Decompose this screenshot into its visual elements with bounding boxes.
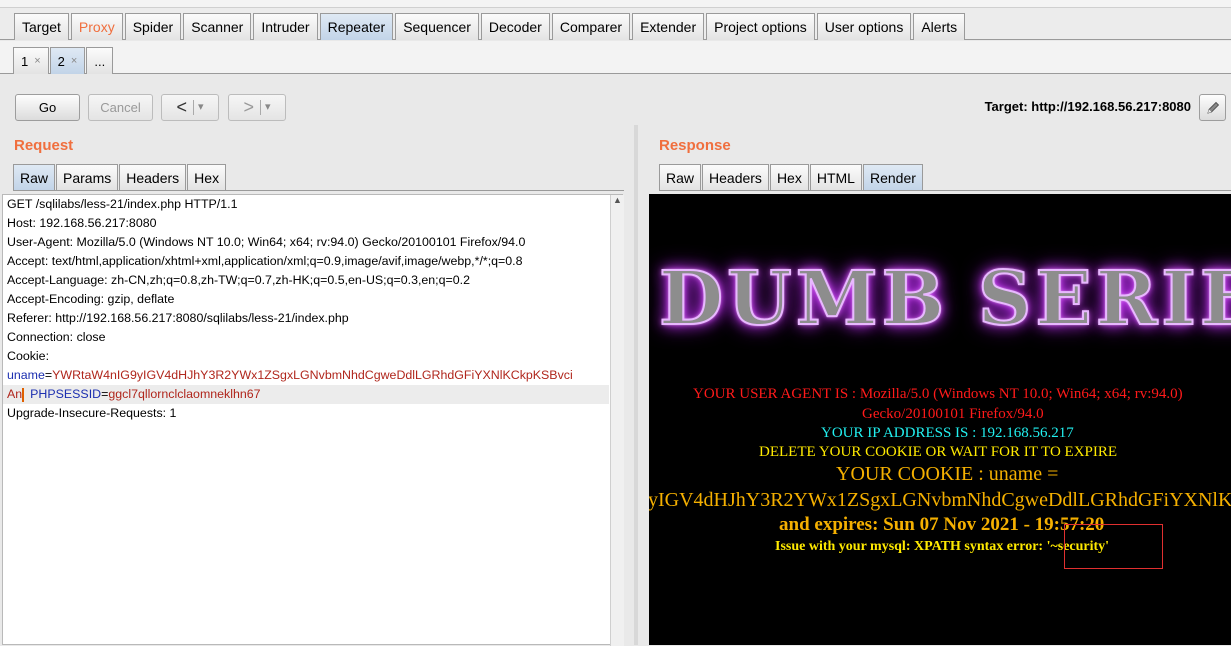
request-tab-headers[interactable]: Headers	[119, 164, 187, 190]
user-agent-line: YOUR USER AGENT IS : Mozilla/5.0 (Window…	[693, 386, 1183, 402]
cookie-key: uname	[7, 368, 45, 382]
new-tab-button[interactable]: ...	[86, 47, 114, 74]
response-tab-render[interactable]: Render	[862, 164, 923, 190]
request-line: Accept-Encoding: gzip, deflate	[7, 292, 175, 306]
window-top-strip	[0, 0, 1231, 8]
cookie-line: YOUR COOKIE : uname =	[836, 463, 1059, 485]
phpsessid-key: PHPSESSID	[30, 387, 102, 401]
tab-extender[interactable]: Extender	[632, 13, 705, 40]
request-line: Cookie:	[7, 349, 50, 363]
request-line: Host: 192.168.56.217:8080	[7, 216, 157, 230]
tab-user-options[interactable]: User options	[816, 13, 912, 40]
tab-proxy[interactable]: Proxy	[70, 13, 123, 40]
tab-intruder[interactable]: Intruder	[253, 13, 318, 40]
tab-spider[interactable]: Spider	[124, 13, 182, 40]
request-line: Accept-Language: zh-CN,zh;q=0.8,zh-TW;q=…	[7, 273, 470, 287]
repeater-tab-1[interactable]: 1 ×	[13, 47, 49, 74]
request-line: GET /sqlilabs/less-21/index.php HTTP/1.1	[7, 197, 238, 211]
tab-alerts[interactable]: Alerts	[913, 13, 966, 40]
forward-arrow-icon: >	[243, 97, 254, 117]
request-scrollbar[interactable]: ▲	[610, 195, 624, 646]
response-tab-bar: Raw Headers Hex HTML Render	[659, 164, 1231, 191]
cookie-value-line: yIGV4dHJhY3R2YWx1ZSgxLGNvbmNhdCgweDdlLGR…	[649, 489, 1231, 511]
go-button[interactable]: Go	[15, 94, 80, 121]
repeater-tab-label: 1	[21, 53, 29, 69]
ip-address-line: YOUR IP ADDRESS IS : 192.168.56.217	[821, 425, 1074, 441]
cookie-line-continued: An PHPSESSID=ggcl7qllornclclaomneklhn67	[3, 385, 609, 404]
response-tab-raw[interactable]: Raw	[659, 164, 702, 190]
request-line: Upgrade-Insecure-Requests: 1	[7, 406, 177, 420]
request-tab-params[interactable]: Params	[56, 164, 119, 190]
pane-splitter[interactable]	[634, 125, 638, 645]
chevron-down-icon: ▾	[192, 100, 204, 115]
tab-project-options[interactable]: Project options	[706, 13, 815, 40]
request-line: User-Agent: Mozilla/5.0 (Windows NT 10.0…	[7, 235, 526, 249]
target-label: Target: http://192.168.56.217:8080	[984, 99, 1191, 114]
chevron-down-icon: ▾	[259, 100, 271, 115]
repeater-tab-bar: 1 × 2 × ...	[0, 41, 1231, 74]
dumb-series-banner: DUMB SERIES	[658, 255, 1231, 343]
request-line: Accept: text/html,application/xhtml+xml,…	[7, 254, 523, 268]
cookie-line: uname=YWRtaW4nIG9yIGV4dHJhY3R2YWx1ZSgxLG…	[3, 366, 609, 385]
tab-scanner[interactable]: Scanner	[183, 13, 252, 40]
cookie-value: YWRtaW4nIG9yIGV4dHJhY3R2YWx1ZSgxLGNvbmNh…	[52, 368, 573, 382]
forward-button[interactable]: > ▾	[228, 94, 286, 121]
text-cursor	[22, 387, 25, 402]
scroll-up-icon[interactable]: ▲	[611, 195, 624, 205]
tab-sequencer[interactable]: Sequencer	[395, 13, 479, 40]
main-tab-bar: Target Proxy Spider Scanner Intruder Rep…	[0, 8, 1231, 40]
repeater-tab-2[interactable]: 2 ×	[49, 47, 86, 74]
response-tab-headers[interactable]: Headers	[702, 164, 769, 190]
user-agent-line-2: Gecko/20100101 Firefox/94.0	[862, 406, 1044, 422]
delete-cookie-line: DELETE YOUR COOKIE OR WAIT FOR IT TO EXP…	[759, 444, 1118, 460]
pencil-icon	[1206, 101, 1219, 114]
repeater-tab-label: 2	[57, 53, 65, 69]
tab-decoder[interactable]: Decoder	[480, 13, 550, 40]
expires-line: and expires: Sun 07 Nov 2021 - 19:57:20	[779, 514, 1105, 535]
cancel-button[interactable]: Cancel	[88, 94, 153, 121]
request-text: GET /sqlilabs/less-21/index.php HTTP/1.1…	[3, 195, 609, 423]
response-render-view: DUMB SERIES YOUR USER AGENT IS : Mozilla…	[649, 194, 1231, 645]
close-icon[interactable]: ×	[71, 55, 77, 67]
tab-repeater[interactable]: Repeater	[319, 13, 394, 40]
highlight-box	[1064, 524, 1163, 569]
sql-error-line: Issue with your mysql: XPATH syntax erro…	[775, 539, 1110, 554]
edit-target-button[interactable]	[1199, 94, 1226, 121]
request-tab-hex[interactable]: Hex	[187, 164, 227, 190]
request-title: Request	[14, 137, 74, 154]
request-line: Referer: http://192.168.56.217:8080/sqli…	[7, 311, 349, 325]
response-tab-hex[interactable]: Hex	[769, 164, 809, 190]
response-title: Response	[659, 137, 731, 154]
phpsessid-value: ggcl7qllornclclaomneklhn67	[108, 387, 261, 401]
close-icon[interactable]: ×	[34, 55, 40, 67]
cookie-value-tail: An	[7, 387, 23, 401]
tab-target[interactable]: Target	[14, 13, 69, 40]
request-tab-raw[interactable]: Raw	[13, 164, 56, 190]
request-editor[interactable]: GET /sqlilabs/less-21/index.php HTTP/1.1…	[2, 194, 624, 646]
request-line: Connection: close	[7, 330, 106, 344]
back-arrow-icon: <	[176, 97, 187, 117]
response-tab-html[interactable]: HTML	[809, 164, 862, 190]
back-button[interactable]: < ▾	[161, 94, 219, 121]
tab-comparer[interactable]: Comparer	[551, 13, 631, 40]
request-tab-bar: Raw Params Headers Hex	[13, 164, 624, 191]
